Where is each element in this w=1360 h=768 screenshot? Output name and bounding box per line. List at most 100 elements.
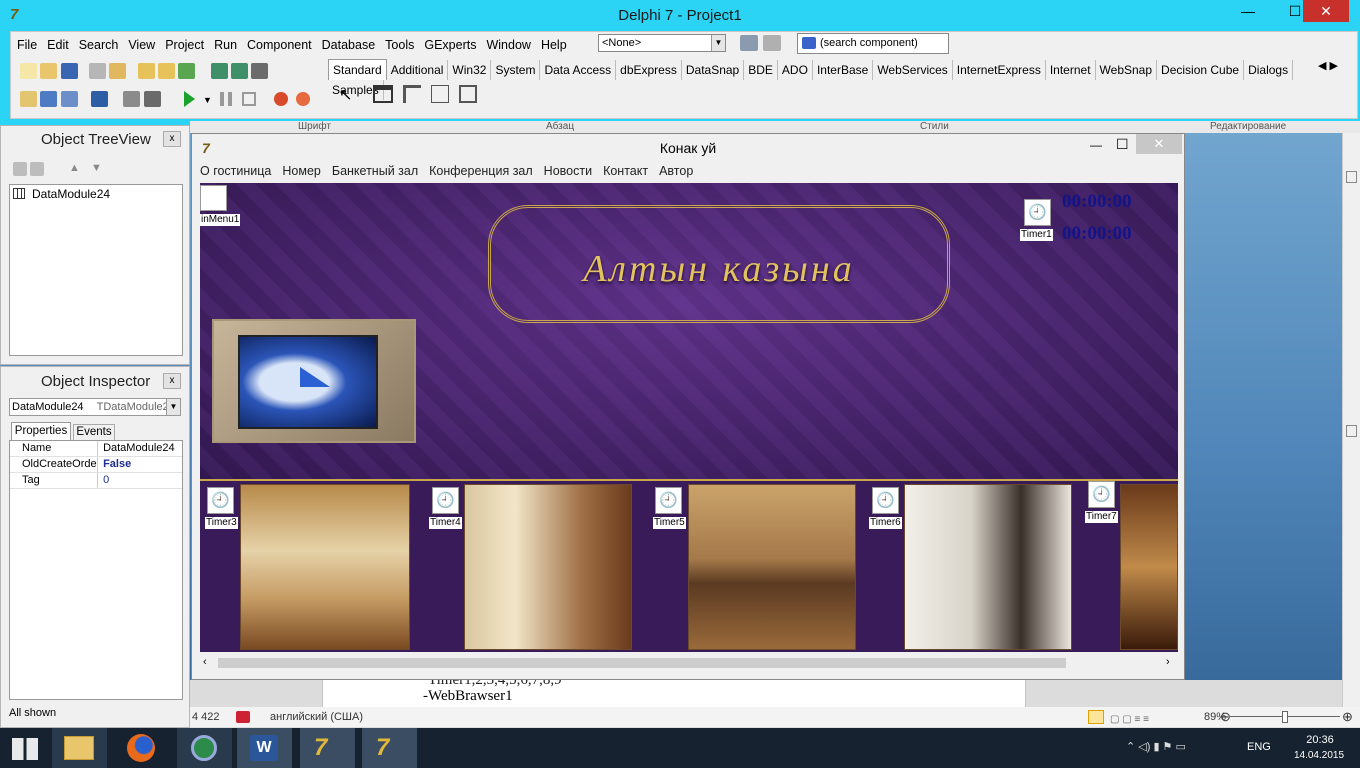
tab-properties[interactable]: Properties <box>11 422 71 440</box>
open-icon[interactable] <box>40 63 58 79</box>
trace-into-icon[interactable] <box>274 92 288 106</box>
frame-icon[interactable] <box>373 85 393 103</box>
form-menu-room[interactable]: Номер <box>282 164 320 178</box>
view-form-icon[interactable] <box>40 91 58 107</box>
new-form-icon[interactable] <box>91 91 109 107</box>
proofing-icon[interactable] <box>236 711 250 723</box>
menu-view[interactable]: View <box>123 33 160 57</box>
chevron-down-icon[interactable]: ▼ <box>711 35 725 51</box>
tab-additional[interactable]: Additional <box>387 60 449 80</box>
menu-gexperts[interactable]: GExperts <box>419 33 481 57</box>
form-menu-conference-hall[interactable]: Конференция зал <box>429 164 533 178</box>
delphi-project-button[interactable]: 7 <box>362 728 417 768</box>
clock-date[interactable]: 14.04.2015 <box>1286 750 1352 761</box>
arrow-up-icon[interactable]: ▲ <box>69 162 80 174</box>
tab-datasnap[interactable]: DataSnap <box>682 60 745 80</box>
close-button[interactable]: ✕ <box>1136 134 1182 154</box>
books-icon[interactable] <box>231 63 249 79</box>
tab-ado[interactable]: ADO <box>778 60 813 80</box>
book-icon[interactable] <box>210 63 228 79</box>
property-row-tag[interactable]: Tag 0 <box>10 473 182 489</box>
project-options-icon[interactable] <box>143 91 161 107</box>
start-button[interactable] <box>12 738 38 760</box>
new-item-icon[interactable] <box>13 162 27 176</box>
clock-icon[interactable]: 🕘 <box>432 487 459 514</box>
input-language[interactable]: ENG <box>1247 741 1271 753</box>
menu-database[interactable]: Database <box>317 33 381 57</box>
word-vertical-scrollbar[interactable] <box>1342 133 1360 707</box>
new-icon[interactable] <box>20 63 37 79</box>
zoom-slider-thumb[interactable] <box>1282 711 1288 723</box>
component-search-input[interactable]: (search component) <box>797 33 949 54</box>
close-button[interactable]: ✕ <box>1303 0 1349 22</box>
pause-icon[interactable] <box>220 92 232 106</box>
property-row-oldcreateorder[interactable]: OldCreateOrder False <box>10 457 182 473</box>
tab-interbase[interactable]: InterBase <box>813 60 874 80</box>
firefox-button[interactable] <box>114 728 169 768</box>
tab-win32[interactable]: Win32 <box>448 60 492 80</box>
tab-websnap[interactable]: WebSnap <box>1096 60 1158 80</box>
form-menu-contact[interactable]: Контакт <box>603 164 648 178</box>
file-explorer-button[interactable] <box>52 728 107 768</box>
save-config-icon[interactable] <box>740 35 758 51</box>
remove-file-icon[interactable] <box>158 63 176 79</box>
add-file-icon[interactable] <box>137 63 155 79</box>
label-icon[interactable] <box>459 85 477 103</box>
menu-component[interactable]: Component <box>242 33 317 57</box>
language-indicator[interactable]: английский (США) <box>270 707 363 727</box>
menu-run[interactable]: Run <box>209 33 242 57</box>
tab-decision-cube[interactable]: Decision Cube <box>1157 60 1245 80</box>
clock-icon[interactable]: 🕘 <box>207 487 234 514</box>
toggle-form-unit-icon[interactable] <box>60 91 78 107</box>
main-menu-icon[interactable] <box>403 85 421 103</box>
tab-standard[interactable]: Standard <box>328 59 387 80</box>
chevron-left-icon[interactable]: ‹ <box>203 656 207 668</box>
menu-search[interactable]: Search <box>74 33 124 57</box>
pointer-icon[interactable]: ↖ <box>339 85 352 105</box>
system-tray-icons[interactable]: ⌃ ◁) ▮ ⚑ ▭ <box>1126 740 1226 756</box>
help-icon[interactable] <box>251 63 269 79</box>
menu-tools[interactable]: Tools <box>380 33 419 57</box>
clock-icon[interactable]: 🕘 <box>872 487 899 514</box>
property-row-name[interactable]: Name DataModule24 <box>10 441 182 457</box>
tab-bde[interactable]: BDE <box>744 60 778 80</box>
treeview-list[interactable]: DataModule24 <box>9 184 183 356</box>
form-menu-author[interactable]: Автор <box>659 164 693 178</box>
media-button[interactable] <box>177 728 232 768</box>
scroll-thumb[interactable] <box>1346 171 1357 183</box>
tab-events[interactable]: Events <box>73 424 115 440</box>
inspector-close-button[interactable]: x <box>163 373 181 389</box>
delete-config-icon[interactable] <box>763 35 781 51</box>
run-options-icon[interactable] <box>123 91 141 107</box>
scroll-thumb[interactable] <box>218 658 1066 668</box>
tab-dbexpress[interactable]: dbExpress <box>616 60 682 80</box>
print-layout-icon[interactable] <box>1088 710 1104 724</box>
property-value[interactable]: False <box>101 458 131 470</box>
clock-icon[interactable]: 🕘 <box>1088 481 1115 508</box>
tab-system[interactable]: System <box>491 60 541 80</box>
tab-internet[interactable]: Internet <box>1046 60 1096 80</box>
zoom-in-icon[interactable]: ⊕ <box>1342 707 1353 727</box>
menu-window[interactable]: Window <box>481 33 535 57</box>
form-menu-banquet-hall[interactable]: Банкетный зал <box>332 164 418 178</box>
delphi-button[interactable]: 7 <box>300 728 355 768</box>
scroll-thumb[interactable] <box>1346 425 1357 437</box>
palette-scroll-arrows[interactable]: ◀ ▶ <box>1318 59 1348 75</box>
delete-item-icon[interactable] <box>30 162 45 176</box>
save-all-icon[interactable] <box>89 63 107 79</box>
tab-internetexpress[interactable]: InternetExpress <box>953 60 1046 80</box>
popup-menu-icon[interactable] <box>431 85 449 103</box>
property-value[interactable]: DataModule24 <box>101 442 175 454</box>
minimize-button[interactable]: — <box>1231 0 1265 22</box>
checklist-icon[interactable] <box>178 63 196 79</box>
arrow-down-icon[interactable]: ▼ <box>91 162 102 174</box>
tab-dialogs[interactable]: Dialogs <box>1244 60 1294 80</box>
run-icon[interactable] <box>184 91 195 107</box>
menu-help[interactable]: Help <box>536 33 572 57</box>
treeview-close-button[interactable]: x <box>163 131 181 147</box>
maximize-button[interactable]: ☐ <box>1116 136 1129 153</box>
zoom-out-icon[interactable]: ⊖ <box>1220 707 1231 727</box>
view-mode-icons[interactable]: ▢ ▢ ≡ ≡ <box>1110 710 1200 725</box>
open-project-icon[interactable] <box>109 63 127 79</box>
chevron-down-icon[interactable]: ▼ <box>203 95 212 105</box>
